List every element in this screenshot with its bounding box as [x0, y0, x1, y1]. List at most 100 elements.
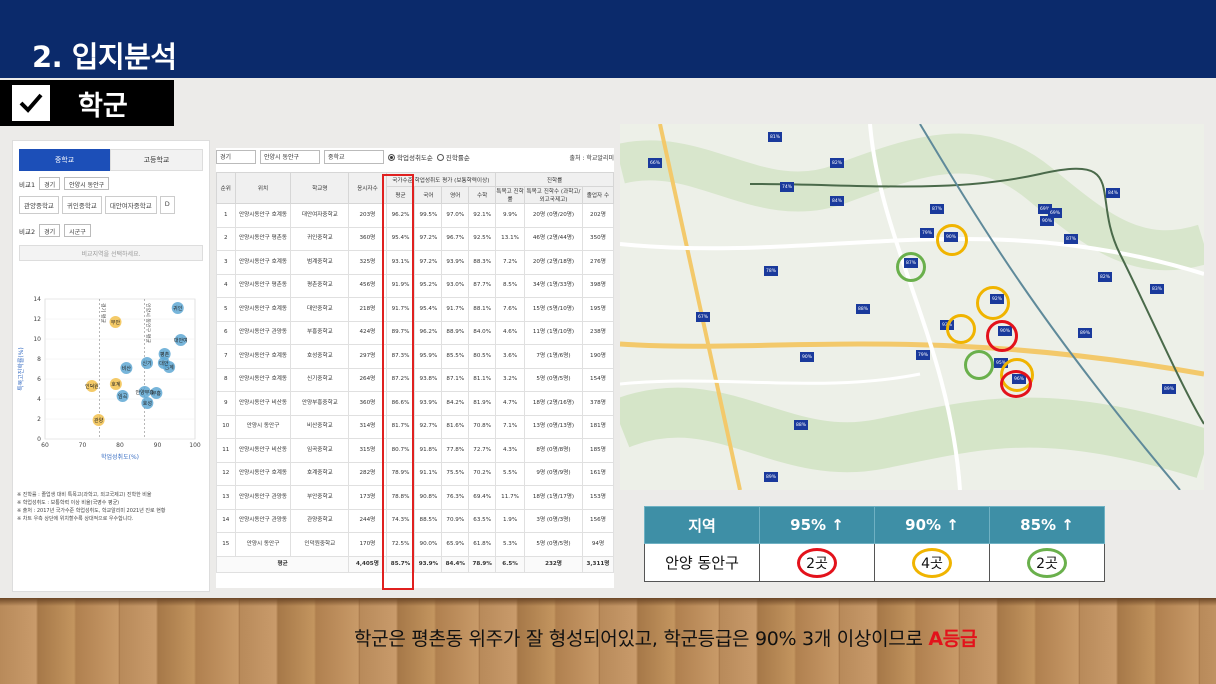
cell-rank: 11 — [216, 438, 236, 463]
school-chip[interactable]: 관양중학교 — [19, 196, 59, 214]
school-pin[interactable]: 87% — [1064, 234, 1078, 244]
cell-average: 87.2% — [385, 367, 416, 392]
cell-school: 평촌중학교 — [290, 273, 350, 298]
school-pin[interactable]: 83% — [1150, 284, 1164, 294]
table-row[interactable]: 7 안양시동안구 호계동 호성중학교 297명 87.3% 95.9% 85.5% 80.5%… — [216, 344, 615, 369]
cell-rank: 1 — [216, 203, 236, 228]
cell-location: 안양시동안구 호계동 — [234, 344, 292, 369]
cell-school: 부안중학교 — [290, 485, 350, 510]
y-tick-label: 8 — [37, 356, 41, 363]
region-select[interactable]: 경기 — [216, 150, 256, 164]
cell-english: 93.9% — [441, 250, 470, 275]
cell-average: 78.8% — [385, 485, 416, 510]
compare1-district-select[interactable]: 안양시 동안구 — [64, 177, 110, 190]
cell-average: 87.3% — [385, 344, 416, 369]
ring-85-marker — [964, 350, 994, 380]
table-row[interactable]: 14 안양시동안구 관양동 관양중학교 244명 74.3% 88.5% 70.9% 63.5… — [216, 508, 615, 533]
note-line: ※ 진학률 : 졸업생 대비 특목고(과학고, 외고국제고) 진학한 비율 — [17, 492, 152, 498]
ring-85-marker — [896, 252, 926, 282]
school-pin[interactable]: 74% — [780, 182, 794, 192]
y-tick-label: 10 — [33, 336, 41, 343]
school-pin[interactable]: 79% — [920, 228, 934, 238]
table-row[interactable]: 5 안양시동안구 호계동 대안중학교 218명 91.7% 95.4% 91.7% 88.1%… — [216, 297, 615, 322]
cell-special-count: 3명 (0명/3명) — [524, 508, 583, 533]
caption-highlight: A등급 — [928, 628, 978, 650]
cell-graduates: 195명 — [581, 297, 615, 322]
table-row[interactable]: 13 안양시동안구 관양동 부안중학교 173명 78.8% 90.8% 76.3% 69.4… — [216, 485, 615, 510]
cell-average: 91.9% — [385, 273, 416, 298]
compare2-district-select[interactable]: 시군구 — [64, 224, 91, 237]
cell-special-rate: 13.1% — [495, 226, 526, 251]
caption-text: 학군은 평촌동 위주가 잘 형성되어있고, 학군등급은 90% 3개 이상이므로 — [354, 628, 929, 650]
average-cell: 93.9% — [414, 555, 443, 573]
school-pin[interactable]: 82% — [830, 158, 844, 168]
table-row[interactable]: 2 안양시동안구 평촌동 귀인중학교 360명 95.4% 97.2% 96.7% 92.5%… — [216, 226, 615, 251]
school-map[interactable]: 66% 81% 82% 74% 84% 79% 87% 90% 93% 92% 90% 95% 96% 7… — [620, 124, 1204, 490]
data-point-label: 인덕원 — [85, 383, 99, 390]
school-pin[interactable]: 78% — [764, 266, 778, 276]
tab-middle-school[interactable]: 중학교 — [19, 149, 110, 171]
level-select[interactable]: 중학교 — [324, 150, 384, 164]
cell-graduates: 156명 — [581, 508, 615, 533]
school-chip[interactable]: 대안여자중학교 — [104, 196, 157, 214]
cell-special-rate: 4.7% — [495, 391, 526, 416]
compare2-region-select[interactable]: 경기 — [39, 224, 61, 237]
sort-achievement-radio[interactable]: 학업성취도순 — [388, 152, 433, 162]
summary-count-cell: 4곳 — [874, 543, 990, 582]
table-row[interactable]: 10 안양시 동안구 비산중학교 314명 81.7% 92.7% 81.6% 70.8% 7.… — [216, 414, 615, 439]
school-pin[interactable]: 88% — [794, 420, 808, 430]
compare1-region-select[interactable]: 경기 — [39, 177, 61, 190]
table-row[interactable]: 9 안양시동안구 비산동 안양부흥중학교 360명 86.6% 93.9% 84.2% 81.… — [216, 391, 615, 416]
school-pin[interactable]: 66% — [648, 158, 662, 168]
cell-school: 인덕원중학교 — [290, 532, 350, 557]
cell-average: 91.7% — [385, 297, 416, 322]
school-pin[interactable]: 90% — [800, 352, 814, 362]
school-pin[interactable]: 89% — [1162, 384, 1176, 394]
cell-examinees: 218명 — [348, 297, 387, 322]
cell-korean: 95.9% — [414, 344, 443, 369]
school-pin[interactable]: 90% — [1040, 216, 1054, 226]
cell-rank: 6 — [216, 320, 236, 345]
school-pin[interactable]: 81% — [768, 132, 782, 142]
school-pin[interactable]: 79% — [916, 350, 930, 360]
table-row[interactable]: 8 안양시동안구 호계동 신기중학교 264명 87.2% 93.8% 87.1% 81.1%… — [216, 367, 615, 392]
cell-location: 안양시 동안구 — [234, 532, 292, 557]
radio-label: 학업성취도순 — [397, 154, 433, 162]
school-pin[interactable]: 87% — [930, 204, 944, 214]
table-row[interactable]: 12 안양시동안구 호계동 호계중학교 282명 78.9% 91.1% 75.5% 70.2… — [216, 461, 615, 486]
school-chip[interactable]: 귀인중학교 — [61, 196, 102, 214]
school-pin[interactable]: 67% — [696, 312, 710, 322]
school-pin[interactable]: 89% — [1078, 328, 1092, 338]
cell-math: 87.7% — [468, 273, 497, 298]
cell-location: 안양시동안구 비산동 — [234, 438, 292, 463]
ring-90-marker — [936, 224, 968, 256]
compare-region-input[interactable]: 비교지역을 선택하세요. — [19, 245, 203, 261]
y-tick-label: 12 — [33, 316, 41, 323]
table-row[interactable]: 3 안양시동안구 호계동 범계중학교 325명 93.1% 97.2% 93.9% 88.3%… — [216, 250, 615, 275]
cell-location: 안양시동안구 관양동 — [234, 485, 292, 510]
school-pin[interactable]: 88% — [856, 304, 870, 314]
school-pin[interactable]: 84% — [830, 196, 844, 206]
school-pin[interactable]: 82% — [1098, 272, 1112, 282]
cell-math: 70.8% — [468, 414, 497, 439]
school-chip[interactable]: D — [159, 196, 175, 214]
cell-average: 89.7% — [385, 320, 416, 345]
cell-rank: 8 — [216, 367, 236, 392]
school-pin[interactable]: 89% — [764, 472, 778, 482]
tab-high-school[interactable]: 고등학교 — [110, 149, 203, 171]
col-special-count: 특목고 진학수 (과학고/외고국제고) — [524, 186, 583, 204]
district-select[interactable]: 안양시 동안구 — [260, 150, 320, 164]
cell-math: 63.5% — [468, 508, 497, 533]
cell-location: 안양시동안구 관양동 — [234, 508, 292, 533]
school-pin[interactable]: 84% — [1106, 188, 1120, 198]
cell-english: 93.0% — [441, 273, 470, 298]
table-row[interactable]: 4 안양시동안구 평촌동 평촌중학교 456명 91.9% 95.2% 93.0% 87.7%… — [216, 273, 615, 298]
sort-admission-radio[interactable]: 진학률순 — [436, 152, 470, 162]
table-row[interactable]: 6 안양시동안구 관양동 부흥중학교 424명 89.7% 96.2% 88.9% 84.0%… — [216, 320, 615, 345]
ranking-table: 순위 위치 학교명 응시자수 국가수준 학업성취도 평가 (보통학력이상) 진학… — [215, 172, 615, 573]
col-average: 평균 — [385, 186, 416, 204]
table-row[interactable]: 1 안양시동안구 호계동 대안여자중학교 203명 96.2% 99.5% 97.0% 92.… — [216, 203, 615, 228]
cell-math: 81.9% — [468, 391, 497, 416]
table-row[interactable]: 11 안양시동안구 비산동 임곡중학교 315명 80.7% 91.8% 77.8% 72.7… — [216, 438, 615, 463]
table-row[interactable]: 15 안양시 동안구 인덕원중학교 170명 72.5% 90.0% 65.9% 61.8% 5… — [216, 532, 615, 557]
